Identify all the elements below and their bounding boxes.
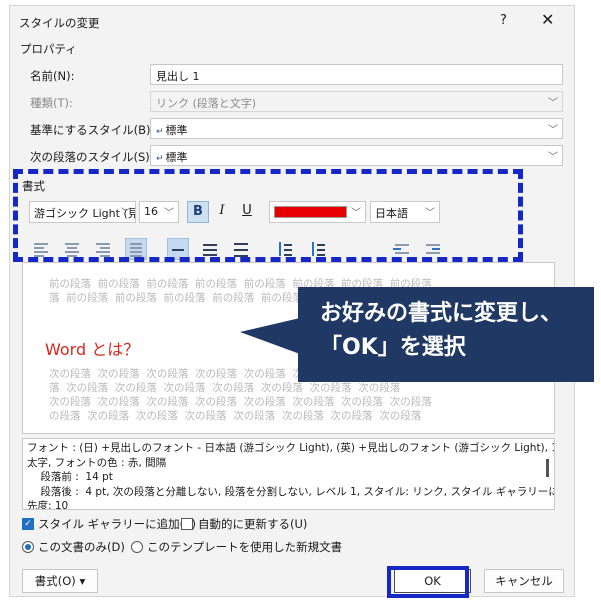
dialog-title: スタイルの変更 [19,16,100,30]
chevron-down-icon: ﹀ [548,152,558,163]
preview-next-para: 次の段落 次の段落 次の段落 次の段落 次の段落 次の段落 次の段落 次の段落 [49,396,432,408]
preview-next-para: 落 次の段落 次の段落 次の段落 次の段落 次の段落 次の段落 次の段落 [49,382,401,394]
callout-pointer [240,318,300,354]
scrollbar-thumb[interactable] [546,459,549,477]
this-document-radio[interactable] [22,541,34,553]
callout-line: 「OK」を選択 [320,335,466,360]
type-select: リンク (段落と文字) ﹀ [150,91,563,112]
description-line: 段落前 : 14 pt [27,471,113,483]
properties-section-label: プロパティ [20,42,77,56]
base-style-select[interactable]: ↵ 標準 ﹀ [150,118,563,139]
ok-highlight-box [387,566,469,598]
cancel-button[interactable]: キャンセル [484,569,564,593]
this-document-label[interactable]: この文書のみ(D) [38,539,125,555]
type-label: 種類(T): [30,96,73,110]
help-icon[interactable]: ? [500,13,507,28]
description-line: 段落後 : 4 pt, 次の段落と分離しない, 段落を分割しない, レベル 1,… [27,485,555,498]
close-icon[interactable]: ✕ [541,10,554,29]
next-style-label: 次の段落のスタイル(S): [30,150,154,164]
paragraph-mark-icon: ↵ [156,127,164,137]
chevron-down-icon: ﹀ [548,125,558,136]
preview-sample-text: Word とは？ [45,340,140,359]
style-description: フォント : (日) +見出しのフォント - 日本語 (游ゴシック Light)… [22,438,555,510]
chevron-down-icon: ﹀ [548,98,558,109]
name-input[interactable]: 見出し 1 [150,64,563,85]
auto-update-checkbox[interactable] [181,518,193,530]
preview-next-para: の段落 次の段落 次の段落 次の段落 次の段落 次の段落 次の段落 次の段落 [49,410,422,422]
base-style-value: 標準 [165,124,188,137]
callout-text: お好みの書式に変更し、 「OK」を選択 [320,297,562,365]
name-input-value: 見出し 1 [156,70,200,83]
new-documents-label[interactable]: このテンプレートを使用した新規文書 [147,539,342,555]
next-style-select[interactable]: ↵ 標準 ﹀ [150,145,563,166]
description-line: 太字, フォントの色 : 赤, 間隔 [27,456,167,469]
new-documents-radio[interactable] [131,541,143,553]
next-style-value: 標準 [165,151,188,164]
format-highlight-box [13,169,523,262]
name-label: 名前(N): [30,69,75,83]
base-style-label: 基準にするスタイル(B): [30,123,155,137]
type-select-value: リンク (段落と文字) [156,97,257,110]
format-menu-button[interactable]: 書式(O) ▾ [22,569,98,593]
title-bar: スタイルの変更 ? ✕ [10,6,574,36]
callout-line: お好みの書式に変更し、 [320,301,563,326]
add-gallery-label[interactable]: スタイル ギャラリーに追加(S) [38,516,196,532]
add-gallery-checkbox[interactable]: ✓ [22,518,34,530]
auto-update-label[interactable]: 自動的に更新する(U) [198,516,307,532]
description-line: フォント : (日) +見出しのフォント - 日本語 (游ゴシック Light)… [27,442,555,454]
description-line: 先度: 10 [27,500,69,510]
paragraph-mark-icon: ↵ [156,154,164,164]
